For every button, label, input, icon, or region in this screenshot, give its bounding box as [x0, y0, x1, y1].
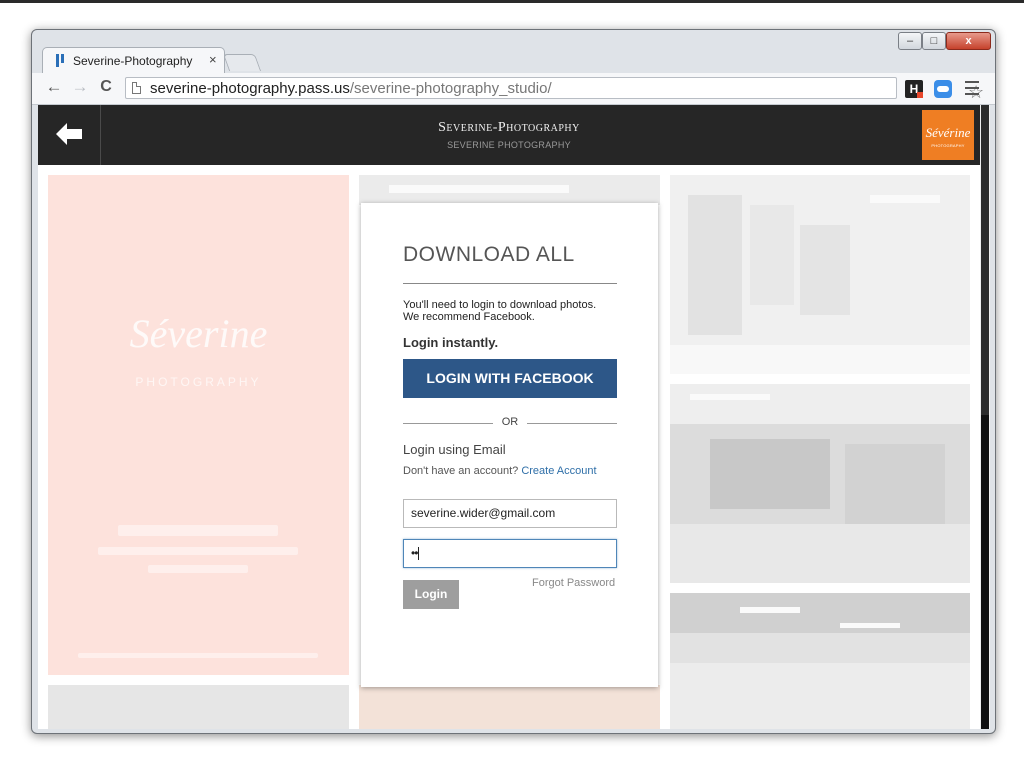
reload-button[interactable]: C	[96, 77, 116, 97]
login-instantly-label: Login instantly.	[403, 335, 499, 350]
maximize-icon: □	[930, 35, 938, 47]
extension-h-icon[interactable]: H	[905, 80, 923, 98]
create-account-link[interactable]: Create Account	[521, 465, 596, 477]
photo-tile-studio-1[interactable]	[670, 175, 970, 374]
browser-titlebar: – □ x Severine-Photography ×	[32, 30, 995, 73]
tab-close-icon[interactable]: ×	[209, 52, 217, 67]
scrollbar-thumb[interactable]	[981, 105, 989, 415]
site-subtitle: SEVERINE PHOTOGRAPHY	[447, 140, 571, 150]
login-note-line-1: You'll need to login to download photos.	[403, 299, 597, 311]
page-viewport: Severine-Photography SEVERINE PHOTOGRAPH…	[38, 105, 980, 729]
cloud-icon[interactable]	[934, 80, 952, 98]
site-title: Severine-Photography	[438, 120, 580, 135]
logo-subtitle: PHOTOGRAPHY	[931, 143, 965, 148]
or-divider: OR	[403, 416, 617, 430]
faded-phone-bar	[148, 565, 248, 573]
studio-logo[interactable]: Sévérine PHOTOGRAPHY	[922, 110, 974, 160]
login-instructions: You'll need to login to download photos.…	[403, 299, 623, 323]
browser-tab[interactable]: Severine-Photography ×	[42, 47, 225, 73]
photo-tile-bottom-1[interactable]	[48, 685, 349, 729]
login-button[interactable]: Login	[403, 580, 459, 609]
favicon-icon	[56, 54, 64, 67]
page-scrollbar[interactable]	[980, 105, 990, 729]
photo-grid: Séverine PHOTOGRAPHY DOWNLOAD ALL You'll…	[38, 165, 980, 729]
address-bar[interactable]: severine-photography.pass.us/severine-ph…	[125, 77, 984, 102]
brand-subtitle: PHOTOGRAPHY	[135, 375, 262, 389]
faded-contact-bar	[118, 525, 278, 536]
url-path: /severine-photography_studio/	[349, 80, 552, 97]
page-icon	[132, 82, 141, 94]
photo-tile-studio-2[interactable]	[670, 384, 970, 583]
login-note-line-2: We recommend Facebook.	[403, 311, 535, 323]
forward-button[interactable]: →	[70, 77, 90, 97]
logo-script: Sévérine	[925, 125, 971, 140]
scrollbar-track[interactable]	[981, 415, 989, 729]
password-mask: ••	[411, 546, 418, 560]
screen-top-border	[0, 0, 1024, 3]
window-close-button[interactable]: x	[946, 32, 991, 50]
photo-tile-studio-3[interactable]	[670, 593, 970, 729]
browser-window: – □ x Severine-Photography × ← → C sever…	[31, 29, 996, 734]
brand-script: Séverine	[129, 311, 268, 356]
photo-tile-brand[interactable]: Séverine PHOTOGRAPHY	[48, 175, 349, 675]
new-tab-button[interactable]	[222, 54, 262, 71]
password-field[interactable]: ••	[403, 539, 617, 568]
site-header: Severine-Photography SEVERINE PHOTOGRAPH…	[38, 105, 980, 165]
back-button[interactable]: ←	[44, 77, 64, 97]
minimize-icon: –	[906, 35, 914, 47]
or-label: OR	[501, 416, 519, 428]
download-login-card: DOWNLOAD ALL You'll need to login to dow…	[361, 203, 658, 687]
text-caret	[418, 547, 420, 561]
email-field[interactable]: severine.wider@gmail.com	[403, 499, 617, 528]
tab-title: Severine-Photography	[73, 54, 193, 68]
photo-tile-top[interactable]	[359, 175, 660, 205]
forgot-password-link[interactable]: Forgot Password	[532, 577, 615, 589]
login-with-facebook-button[interactable]: LOGIN WITH FACEBOOK	[403, 359, 617, 398]
window-minimize-button[interactable]: –	[898, 32, 922, 50]
url-text: severine-photography.pass.us/severine-ph…	[150, 80, 552, 97]
email-login-heading: Login using Email	[403, 442, 506, 457]
browser-toolbar: ← → C severine-photography.pass.us/sever…	[32, 73, 995, 105]
card-title: DOWNLOAD ALL	[403, 243, 575, 266]
or-line-right	[527, 423, 617, 424]
no-account-line: Don't have an account? Create Account	[403, 465, 597, 477]
window-maximize-button[interactable]: □	[922, 32, 946, 50]
url-host: severine-photography.pass.us	[150, 80, 350, 97]
no-account-text: Don't have an account?	[403, 465, 519, 477]
close-icon: x	[965, 35, 972, 47]
title-divider	[403, 283, 617, 284]
photo-tile-bottom-2[interactable]	[359, 685, 660, 729]
faded-address-bar	[98, 547, 298, 555]
hamburger-menu-icon[interactable]	[965, 81, 979, 97]
faded-footer-bar	[78, 653, 318, 658]
